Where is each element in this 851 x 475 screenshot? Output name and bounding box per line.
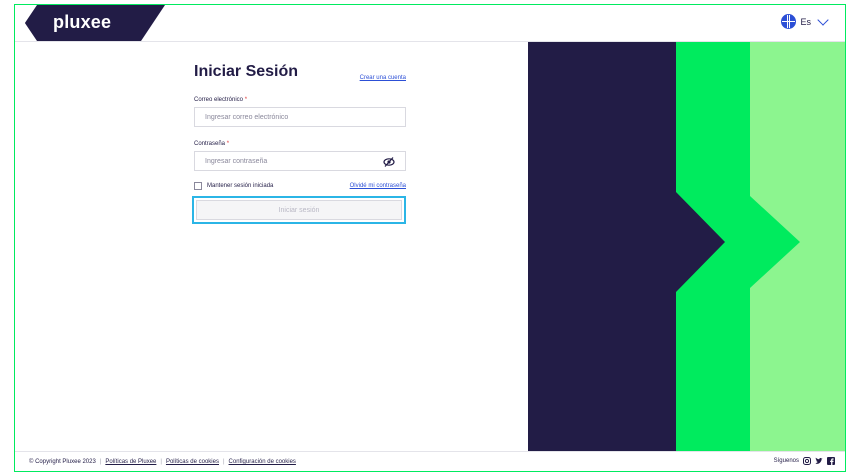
login-form: Iniciar Sesión Crear una cuenta Correo e… — [192, 63, 406, 224]
page-frame: pluxee Es Iniciar Sesión Crear una cuent… — [14, 4, 846, 472]
instagram-icon[interactable] — [803, 457, 811, 465]
login-button[interactable]: Iniciar sesión — [196, 200, 402, 220]
email-field[interactable]: Ingresar correo electrónico — [194, 107, 406, 127]
header: pluxee Es — [15, 5, 845, 42]
facebook-icon[interactable] — [827, 457, 835, 465]
logo[interactable]: pluxee — [53, 12, 111, 33]
password-label: Contraseña * — [194, 141, 230, 147]
twitter-icon[interactable] — [815, 457, 823, 465]
footer-link-cookie-policies[interactable]: Políticas de cookies — [166, 459, 219, 465]
remember-session-checkbox[interactable]: Mantener sesión iniciada — [194, 182, 273, 190]
page-title: Iniciar Sesión — [194, 63, 299, 80]
email-placeholder: Ingresar correo electrónico — [205, 113, 289, 121]
copyright-text: © Copyright Pluxee 2023 — [29, 459, 96, 465]
eye-slash-icon[interactable] — [383, 156, 395, 168]
remember-label: Mantener sesión iniciada — [207, 183, 274, 189]
globe-icon — [781, 14, 797, 29]
decorative-arrow-graphic — [528, 42, 845, 458]
email-label: Correo electrónico * — [194, 97, 248, 103]
submit-button-focus-ring: Iniciar sesión — [192, 196, 406, 224]
password-placeholder: Ingresar contraseña — [205, 157, 268, 165]
password-field[interactable]: Ingresar contraseña — [194, 151, 406, 171]
footer-link-pluxee-policies[interactable]: Políticas de Pluxee — [105, 459, 156, 465]
forgot-password-link[interactable]: Olvidé mi contraseña — [350, 183, 406, 189]
footer: © Copyright Pluxee 2023 | Políticas de P… — [15, 451, 845, 471]
language-selector[interactable]: Es — [781, 13, 829, 29]
create-account-link[interactable]: Crear una cuenta — [360, 75, 406, 81]
language-label: Es — [800, 16, 811, 27]
footer-link-cookie-settings[interactable]: Configuración de cookies — [229, 459, 296, 465]
follow-label: Síguenos — [773, 458, 799, 464]
chevron-down-icon — [817, 13, 829, 26]
checkbox-box[interactable] — [194, 182, 202, 190]
